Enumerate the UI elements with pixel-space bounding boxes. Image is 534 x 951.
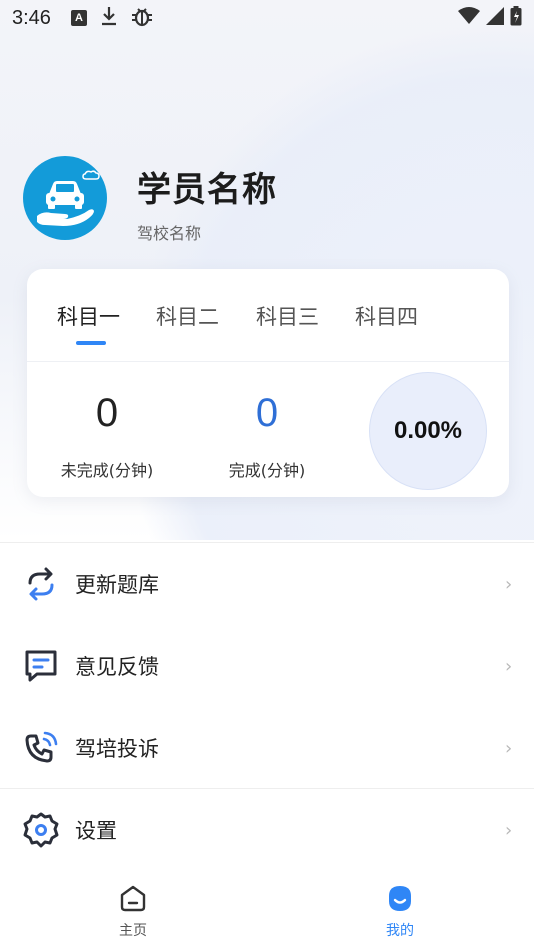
nav-profile[interactable]: 我的 [360,883,440,940]
menu-label: 驾培投诉 [75,737,159,761]
subject-card: 科目一 科目二 科目三 科目四 0 未完成(分钟) 0 完成(分钟) 0.00% [27,269,509,497]
menu-label: 设置 [75,819,117,843]
active-tab-indicator [76,341,106,345]
tab-subject-4[interactable]: 科目四 [355,301,418,331]
tab-subject-1[interactable]: 科目一 [57,301,120,331]
chevron-right-icon: › [505,573,513,595]
profile-section [23,156,107,240]
profile-icon [385,883,415,913]
tab-subject-3[interactable]: 科目三 [256,301,319,331]
menu-label: 意见反馈 [75,655,159,679]
nav-profile-label: 我的 [386,923,414,939]
home-icon [118,883,148,913]
avatar[interactable] [23,156,107,240]
car-hand-icon [37,170,100,226]
incomplete-minutes-value: 0 [95,391,119,435]
a-badge-icon: A [70,10,87,26]
gear-icon [22,811,60,849]
nav-home[interactable]: 主页 [93,883,173,940]
tab-subject-2[interactable]: 科目二 [156,301,219,331]
chevron-right-icon: › [505,819,513,841]
menu-label: 更新题库 [75,573,159,597]
refresh-icon [22,565,60,603]
menu-item-settings[interactable]: 设置 › [0,789,534,871]
complete-minutes-label: 完成(分钟) [228,461,306,480]
subject-tabs: 科目一 科目二 科目三 科目四 [27,269,509,362]
school-name: 驾校名称 [137,224,202,243]
phone-icon [22,729,60,767]
user-name: 学员名称 [137,170,277,210]
bottom-navigation: 主页 我的 [0,875,534,951]
nav-home-label: 主页 [119,923,147,939]
chevron-right-icon: › [505,737,513,759]
bug-icon [131,5,153,32]
download-icon [101,6,117,31]
complete-minutes-value: 0 [255,391,279,435]
incomplete-minutes-label: 未完成(分钟) [60,461,154,480]
menu-item-complaint[interactable]: 驾培投诉 › [0,707,534,789]
feedback-icon [22,647,60,685]
chevron-right-icon: › [505,655,513,677]
wifi-icon [458,6,480,30]
battery-icon [510,5,522,31]
status-time: 3:46 [12,6,51,29]
progress-percent: 0.00% [393,417,463,444]
progress-circle: 0.00% [369,372,487,490]
status-bar: 3:46 A [0,0,534,36]
menu-item-feedback[interactable]: 意见反馈 › [0,625,534,707]
signal-icon [486,6,504,30]
menu-item-update-questions[interactable]: 更新题库 › [0,543,534,625]
